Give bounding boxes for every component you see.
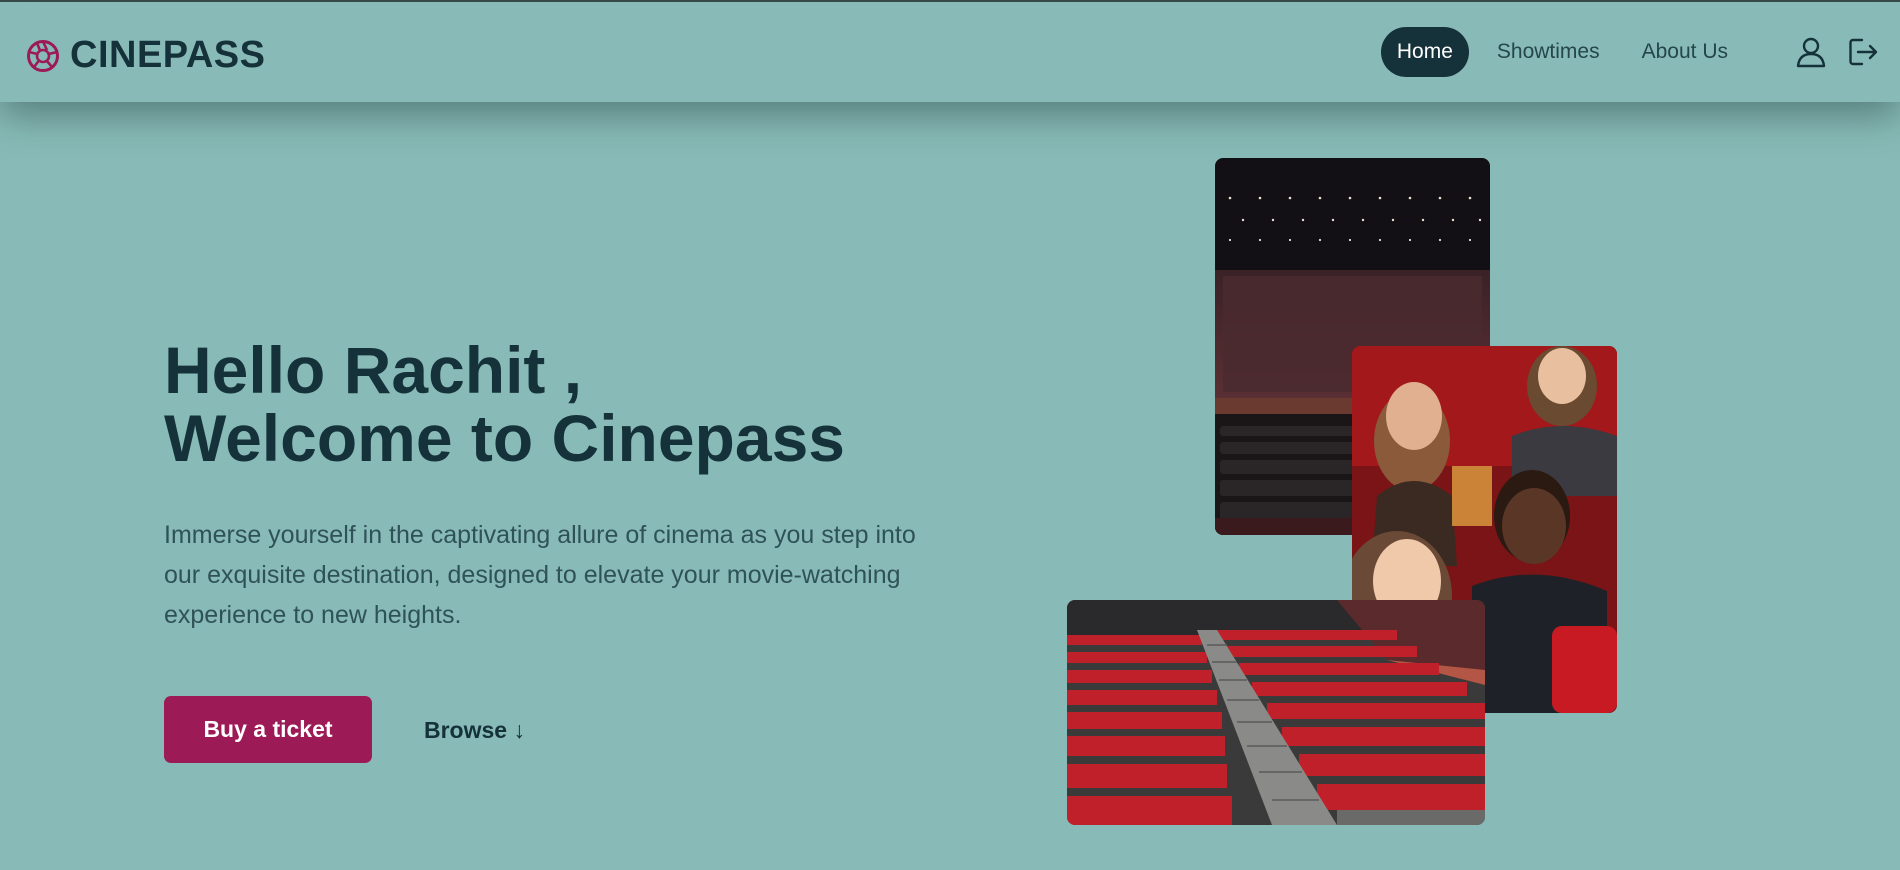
hero-heading: Hello Rachit , Welcome to Cinepass: [164, 336, 845, 472]
nav-about-us[interactable]: About Us: [1626, 27, 1744, 77]
aperture-logo-icon: [27, 39, 59, 72]
hero-description: Immerse yourself in the captivating allu…: [164, 521, 916, 629]
hero-heading-line1: Hello Rachit ,: [164, 333, 583, 407]
browse-button[interactable]: Browse ↓: [424, 710, 525, 750]
user-icon[interactable]: [1794, 35, 1828, 69]
red-seats-photo: [1067, 600, 1485, 825]
site-header: CINEPASS Home Showtimes About Us: [0, 2, 1900, 102]
logout-icon[interactable]: [1846, 35, 1880, 69]
hero-heading-line2: Welcome to Cinepass: [164, 401, 845, 475]
brand-name: CINEPASS: [70, 34, 266, 76]
buy-ticket-button[interactable]: Buy a ticket: [164, 696, 372, 763]
nav-showtimes[interactable]: Showtimes: [1481, 27, 1616, 77]
main-nav: Home Showtimes About Us: [1380, 26, 1900, 78]
brand-logo[interactable]: CINEPASS: [26, 34, 265, 77]
nav-home[interactable]: Home: [1380, 27, 1469, 77]
